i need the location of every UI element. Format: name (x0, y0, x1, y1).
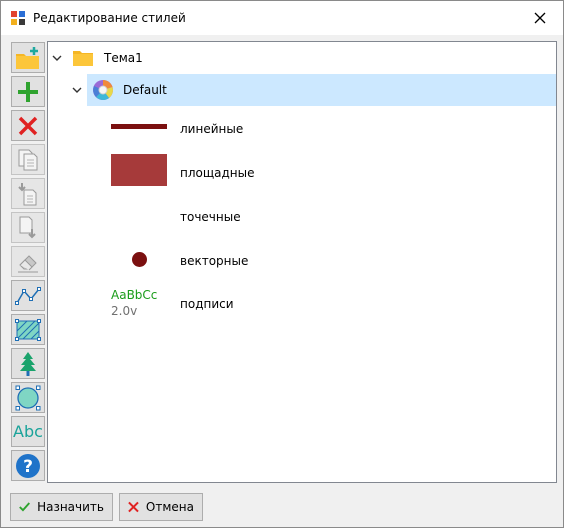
point-style-button[interactable] (11, 348, 45, 379)
style-editor-dialog: Редактирование стилей Abc ? Тема1 Defaul… (0, 0, 564, 528)
expand-chevron-default[interactable] (71, 84, 83, 96)
vector-style-preview (132, 252, 147, 267)
tree-item-default[interactable]: Default (92, 74, 292, 106)
help-button[interactable]: ? (11, 450, 45, 481)
tree-item-root-label: Тема1 (104, 51, 143, 65)
cancel-x-icon (128, 501, 139, 513)
style-row-area[interactable]: площадные (48, 152, 556, 192)
chevron-down-icon (52, 55, 62, 61)
label-style-preview-text: AaBbCc (111, 288, 158, 302)
svg-text:?: ? (23, 457, 33, 477)
copy-button[interactable] (11, 144, 45, 175)
color-wheel-icon (93, 80, 113, 100)
label-style-preview-size: 2.0v (111, 304, 138, 318)
style-row-vector[interactable]: векторные (48, 240, 556, 280)
apply-button[interactable]: Назначить (10, 493, 113, 521)
chevron-down-icon (72, 87, 82, 93)
paste-icon (18, 182, 37, 205)
plus-icon (18, 81, 38, 102)
paste-button[interactable] (11, 178, 45, 209)
abc-text-icon: Abc (13, 422, 43, 441)
style-tree: Тема1 Default линейные площадные точечны… (47, 41, 557, 483)
close-icon (534, 12, 546, 24)
move-down-button[interactable] (11, 212, 45, 243)
vector-style-button[interactable] (11, 382, 45, 413)
title-bar: Редактирование стилей (1, 1, 563, 35)
eraser-button[interactable] (11, 246, 45, 277)
label-style-button[interactable]: Abc (11, 416, 45, 447)
close-button[interactable] (517, 1, 563, 35)
app-icon (11, 11, 25, 25)
area-style-button[interactable] (11, 314, 45, 345)
copy-icon (18, 149, 38, 170)
style-name-line: линейные (180, 122, 244, 136)
new-folder-button[interactable] (11, 42, 45, 73)
add-button[interactable] (11, 76, 45, 107)
folder-icon (73, 51, 93, 66)
question-icon: ? (16, 453, 40, 478)
style-name-label: подписи (180, 297, 234, 311)
apply-button-label: Назначить (37, 500, 104, 514)
tree-symbol-icon (20, 351, 36, 376)
expand-chevron-root[interactable] (51, 52, 63, 64)
tree-item-root[interactable]: Тема1 (72, 42, 272, 74)
style-name-vector: векторные (180, 254, 249, 268)
hatched-area-icon (15, 318, 41, 341)
toolbar: Abc ? (10, 41, 46, 485)
cancel-button-label: Отмена (145, 500, 194, 514)
style-row-point[interactable]: точечные (48, 196, 556, 236)
delete-button[interactable] (11, 110, 45, 141)
red-x-icon (18, 116, 38, 135)
line-style-button[interactable] (11, 280, 45, 311)
style-name-point: точечные (180, 210, 241, 224)
tree-item-default-label: Default (123, 83, 167, 97)
style-name-area: площадные (180, 166, 255, 180)
area-style-preview (111, 154, 167, 186)
dialog-footer: Назначить Отмена (1, 487, 563, 527)
polyline-icon (15, 286, 41, 305)
circle-nodes-icon (15, 385, 41, 410)
folder-plus-icon (16, 46, 39, 69)
style-row-label[interactable]: AaBbCc 2.0v подписи (48, 284, 556, 324)
check-icon (19, 502, 30, 512)
cancel-button[interactable]: Отмена (119, 493, 203, 521)
document-down-icon (19, 216, 36, 238)
eraser-icon (18, 254, 38, 272)
window-title: Редактирование стилей (33, 11, 186, 25)
style-row-line[interactable]: линейные (48, 108, 556, 148)
line-style-preview (111, 124, 167, 129)
